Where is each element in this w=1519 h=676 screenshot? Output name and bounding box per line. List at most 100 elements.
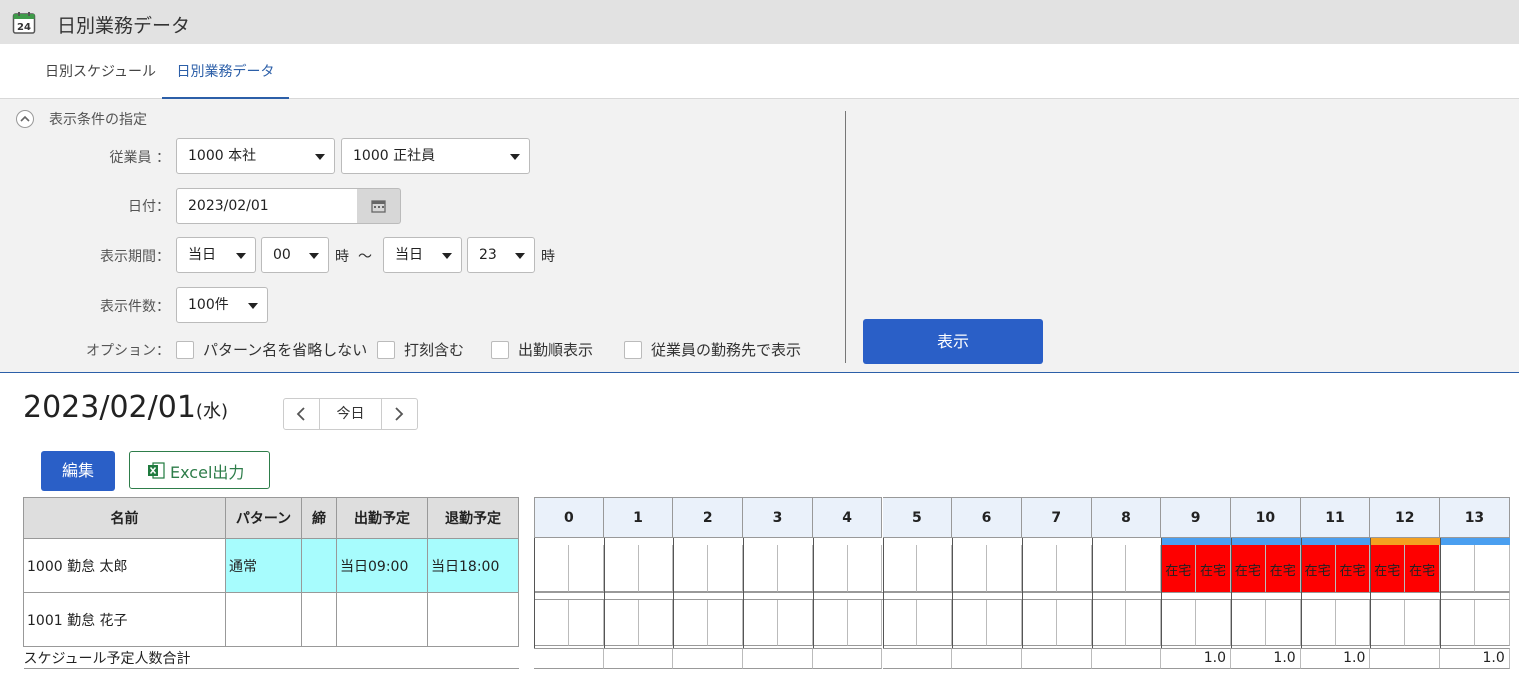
time-slot[interactable] xyxy=(952,600,988,646)
time-slot[interactable] xyxy=(847,600,883,646)
work-slot[interactable]: 在宅 xyxy=(1196,545,1230,592)
time-slot[interactable] xyxy=(1126,545,1162,592)
work-slot[interactable]: 在宅 xyxy=(1161,545,1196,592)
time-slot[interactable] xyxy=(534,545,569,592)
time-slot[interactable] xyxy=(743,545,778,592)
time-slot[interactable] xyxy=(534,600,569,646)
table-row[interactable]: 1001 勤怠 花子 xyxy=(23,592,519,647)
time-slot[interactable] xyxy=(1474,545,1510,592)
employee-office-value: 1000 本社 xyxy=(188,148,257,164)
time-slot[interactable] xyxy=(603,545,639,592)
time-slot[interactable] xyxy=(1265,600,1301,646)
page-title: 日別業務データ xyxy=(57,15,191,37)
hour-header: 9 xyxy=(1161,497,1231,538)
option-checkbox-workplace[interactable] xyxy=(624,341,642,359)
table-header-row: 名前 パターン 締 出勤予定 退勤予定 xyxy=(23,497,519,539)
time-slot[interactable] xyxy=(708,600,744,646)
work-slot[interactable]: 在宅 xyxy=(1405,545,1440,592)
hour-divider xyxy=(1300,538,1302,648)
time-slot[interactable] xyxy=(1405,600,1441,646)
time-slot[interactable] xyxy=(1091,545,1127,592)
option-checkbox-punch[interactable] xyxy=(377,341,395,359)
calendar-button[interactable] xyxy=(357,188,401,224)
hour-header: 7 xyxy=(1021,497,1092,538)
time-slot[interactable] xyxy=(673,545,709,592)
hour-divider xyxy=(1231,538,1232,648)
time-slot[interactable] xyxy=(1196,600,1231,646)
time-slot[interactable] xyxy=(882,600,918,646)
time-slot[interactable] xyxy=(1161,600,1197,646)
employee-type-select[interactable]: 1000 正社員 xyxy=(341,138,530,174)
work-slot[interactable]: 在宅 xyxy=(1300,545,1335,592)
time-slot[interactable] xyxy=(1370,600,1406,646)
date-input[interactable]: 2023/02/01 xyxy=(176,188,358,224)
time-slot[interactable] xyxy=(1440,545,1475,592)
employee-office-select[interactable]: 1000 本社 xyxy=(176,138,335,174)
time-slot[interactable] xyxy=(987,600,1022,646)
option-checkbox-pattern[interactable] xyxy=(176,341,194,359)
time-slot[interactable] xyxy=(917,600,953,646)
period-from-hour-select[interactable]: 00 xyxy=(261,237,329,273)
table-row[interactable]: 1000 勤怠 太郎 通常 当日09:00 当日18:00 xyxy=(23,538,519,593)
filter-panel: 表示条件の指定 従業員 ： 1000 本社 1000 正社員 日付： 2023/… xyxy=(0,99,1519,373)
time-slot[interactable] xyxy=(812,545,848,592)
time-slot[interactable] xyxy=(1335,600,1371,646)
time-slot[interactable] xyxy=(673,600,709,646)
time-slot[interactable] xyxy=(1056,600,1092,646)
work-slot[interactable]: 在宅 xyxy=(1231,545,1265,592)
work-slot[interactable]: 在宅 xyxy=(1370,545,1405,592)
count-select[interactable]: 100件 xyxy=(176,287,268,323)
time-slot[interactable] xyxy=(603,600,639,646)
time-slot[interactable] xyxy=(777,545,813,592)
summary-cell xyxy=(1370,648,1441,669)
time-slot[interactable] xyxy=(1126,600,1162,646)
timeline-grid: 0 1 2 3 4 5 6 7 8 9 10 11 12 13 在宅 在宅 在宅 在宅 在宅 在宅 在宅 在宅 1.0 1.0… xyxy=(534,497,1519,671)
start-cell xyxy=(336,592,428,647)
time-slot[interactable] xyxy=(917,545,953,592)
tab-daily-work-data[interactable]: 日別業務データ xyxy=(162,44,289,99)
date-text: 2023/02/01 xyxy=(23,390,196,425)
time-slot[interactable] xyxy=(952,545,988,592)
today-button[interactable]: 今日 xyxy=(320,399,381,429)
option-checkbox-order[interactable] xyxy=(491,341,509,359)
time-slot[interactable] xyxy=(987,545,1022,592)
excel-export-button[interactable]: Excel出力 xyxy=(129,451,270,489)
hour-divider xyxy=(1370,538,1372,648)
time-slot[interactable] xyxy=(708,545,744,592)
work-slot[interactable]: 在宅 xyxy=(1265,545,1300,592)
time-slot[interactable] xyxy=(568,600,604,646)
option-label: 出勤順表示 xyxy=(518,341,594,359)
next-day-button[interactable] xyxy=(381,399,417,429)
col-pattern: パターン xyxy=(225,497,302,539)
period-to-hour-select[interactable]: 23 xyxy=(467,237,535,273)
summary-cell xyxy=(1021,648,1092,669)
time-slot[interactable] xyxy=(882,545,918,592)
time-slot[interactable] xyxy=(1056,545,1092,592)
time-slot[interactable] xyxy=(1300,600,1336,646)
time-slot[interactable] xyxy=(743,600,778,646)
period-to-day-select[interactable]: 当日 xyxy=(383,237,462,273)
time-slot[interactable] xyxy=(1440,600,1475,646)
time-slot[interactable] xyxy=(1091,600,1127,646)
time-slot[interactable] xyxy=(638,545,674,592)
time-slot[interactable] xyxy=(568,545,604,592)
show-button[interactable]: 表示 xyxy=(863,319,1043,364)
time-slot[interactable] xyxy=(1021,600,1057,646)
tab-daily-schedule[interactable]: 日別スケジュール xyxy=(45,44,156,99)
time-slot[interactable] xyxy=(777,600,813,646)
time-slot[interactable] xyxy=(638,600,674,646)
prev-day-button[interactable] xyxy=(284,399,320,429)
schedule-bar xyxy=(1440,538,1510,545)
summary-value: 1.0 xyxy=(1203,650,1226,666)
hour-divider xyxy=(743,538,745,648)
option-label: 打刻含む xyxy=(404,341,465,359)
time-slot[interactable] xyxy=(847,545,883,592)
edit-button[interactable]: 編集 xyxy=(41,451,115,491)
time-slot[interactable] xyxy=(1474,600,1510,646)
time-slot[interactable] xyxy=(1021,545,1057,592)
work-slot[interactable]: 在宅 xyxy=(1335,545,1370,592)
time-slot[interactable] xyxy=(812,600,848,646)
time-slot[interactable] xyxy=(1231,600,1266,646)
collapse-up-icon[interactable] xyxy=(16,110,34,128)
period-from-day-select[interactable]: 当日 xyxy=(176,237,256,273)
